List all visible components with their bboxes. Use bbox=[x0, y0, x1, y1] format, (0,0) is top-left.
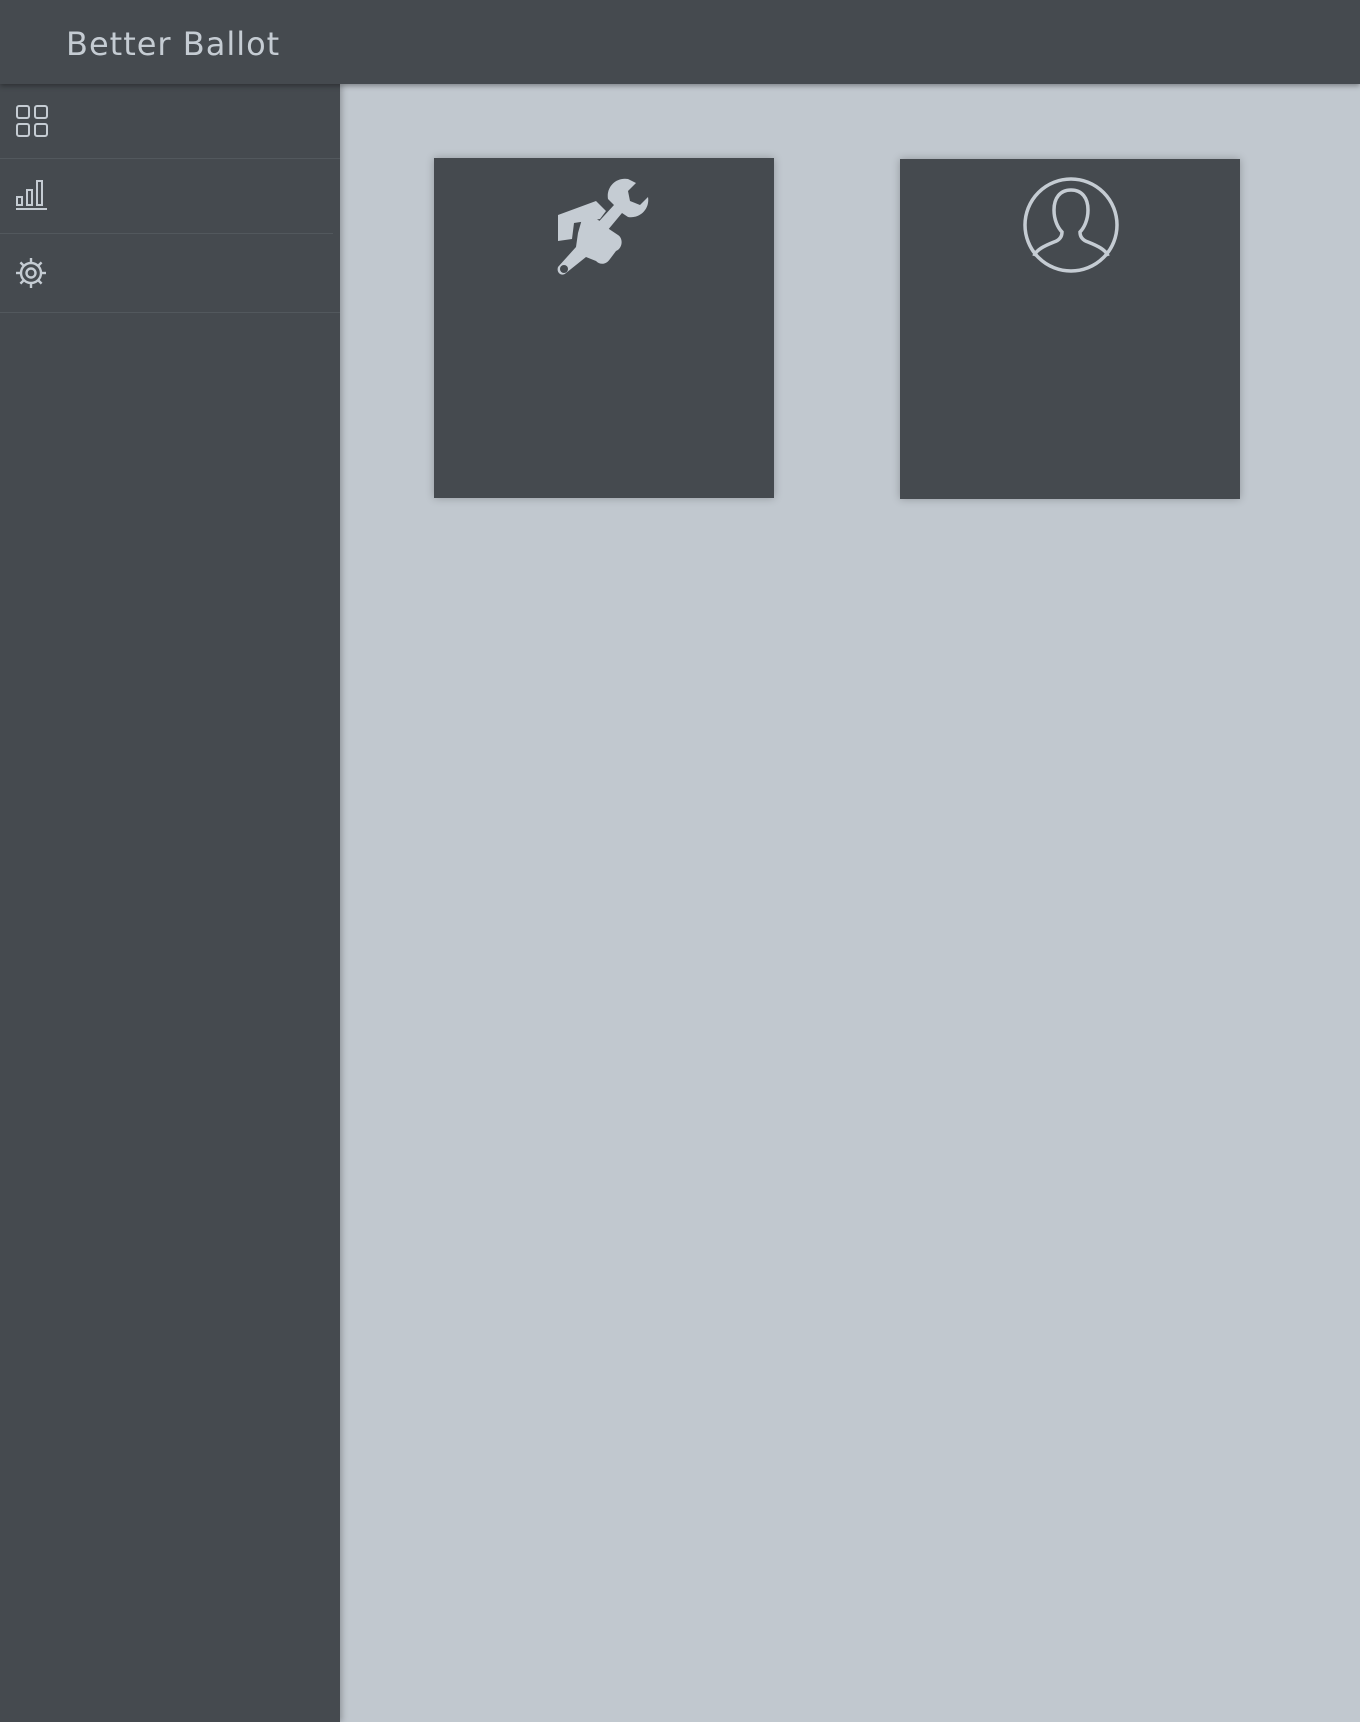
grid-icon bbox=[15, 104, 49, 143]
app-title: Better Ballot bbox=[66, 25, 281, 63]
sidebar bbox=[0, 84, 340, 1722]
tile-admin-tools[interactable] bbox=[434, 158, 774, 498]
hand-wrench-icon bbox=[556, 175, 652, 282]
sidebar-item-statistics[interactable] bbox=[0, 159, 333, 234]
tile-user-profile[interactable] bbox=[900, 159, 1240, 499]
sidebar-item-settings[interactable] bbox=[0, 234, 340, 313]
sidebar-item-dashboard[interactable] bbox=[0, 84, 340, 159]
user-profile-icon bbox=[1022, 176, 1120, 279]
gear-icon bbox=[15, 257, 47, 294]
main-content bbox=[340, 84, 1360, 1722]
bar-chart-icon bbox=[15, 177, 49, 216]
top-bar: Better Ballot bbox=[0, 0, 1360, 84]
